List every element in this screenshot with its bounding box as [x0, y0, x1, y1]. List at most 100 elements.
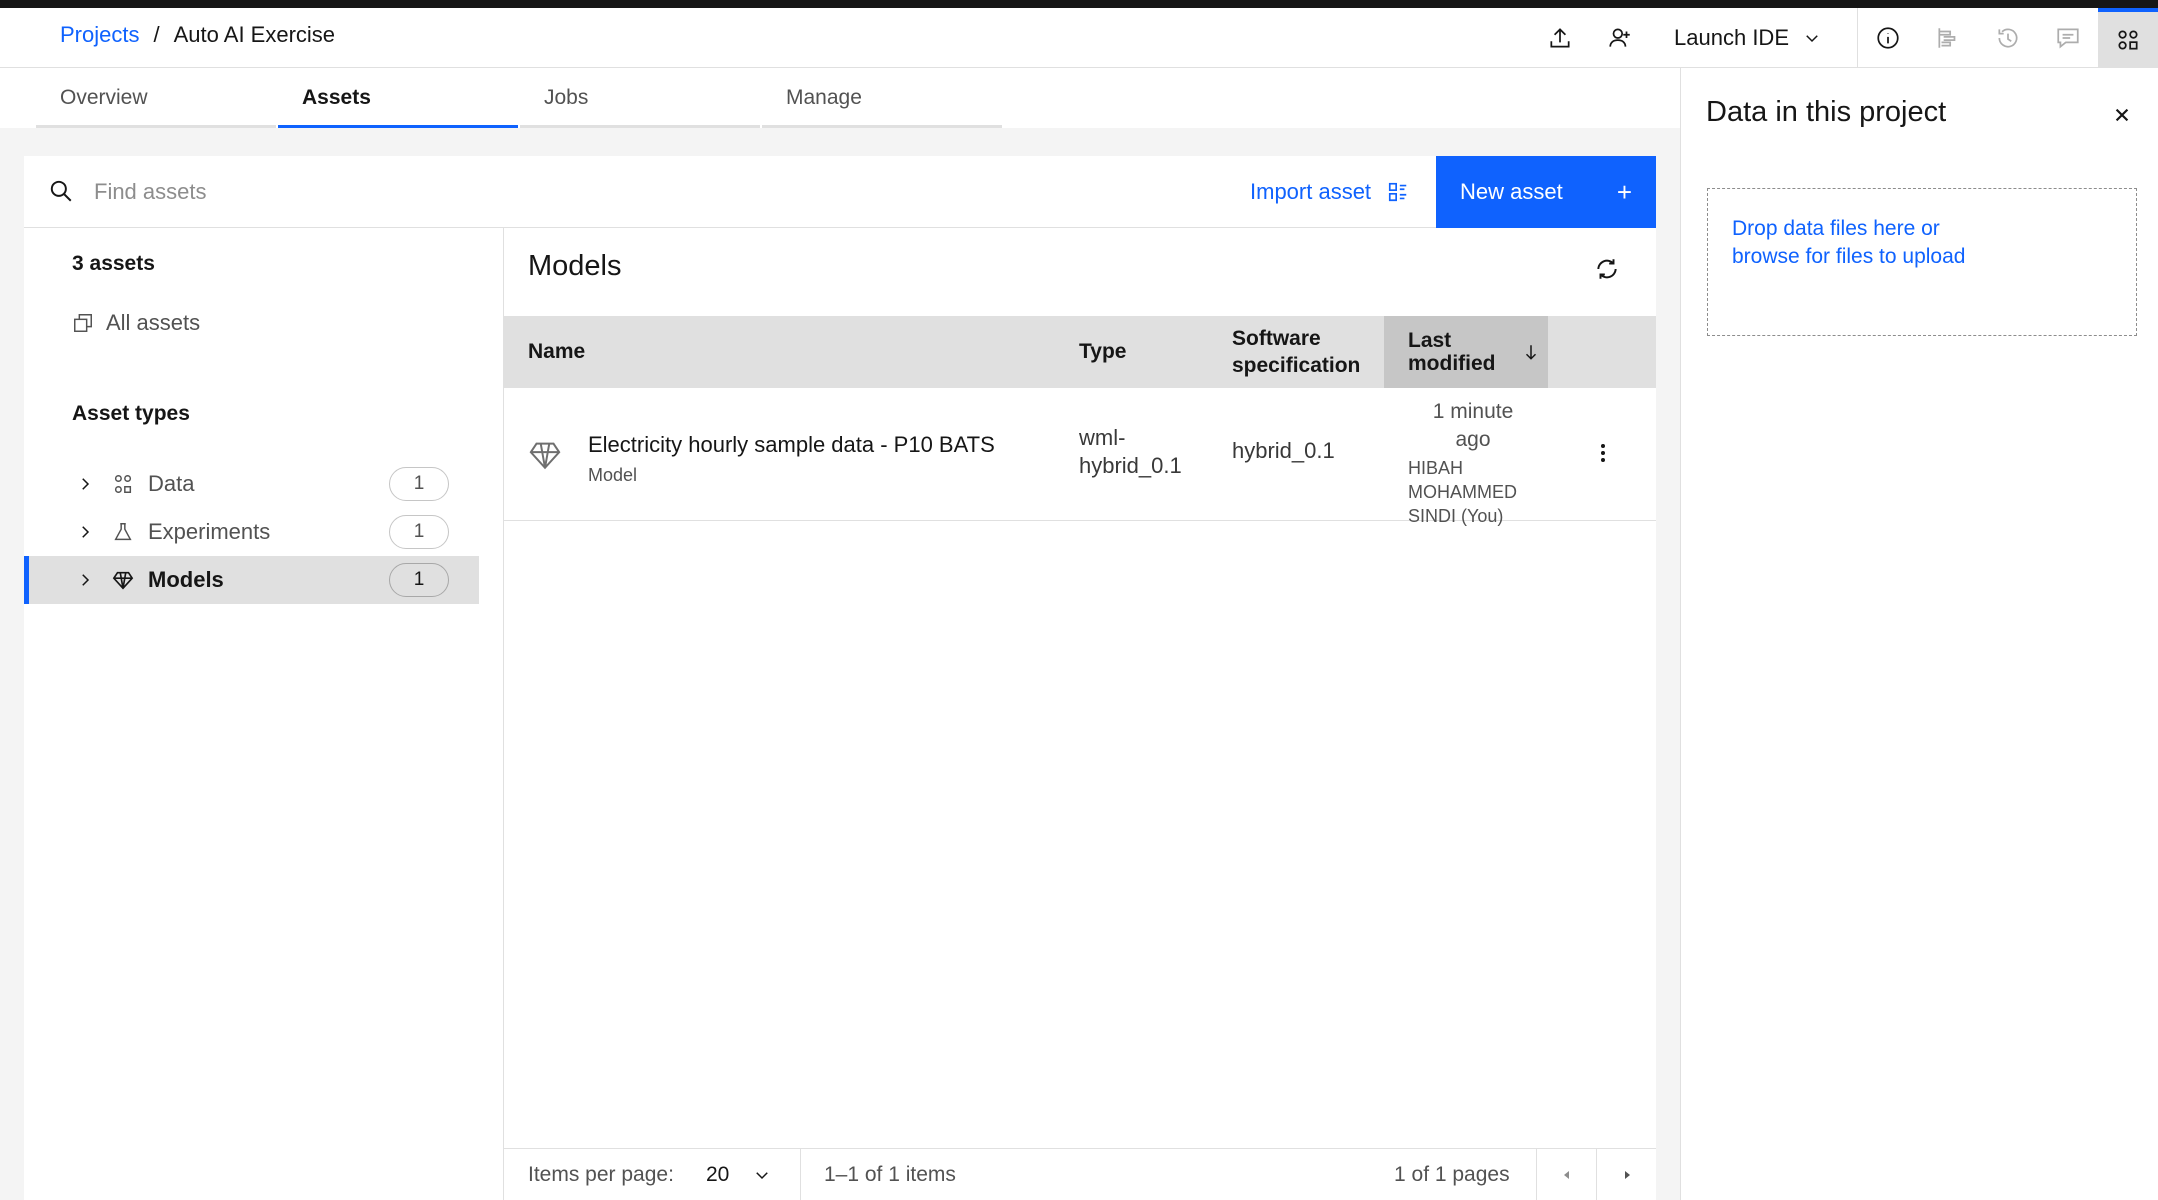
asset-filter-panel: 3 assets All assets Asset types Data 1 E…	[24, 228, 504, 1200]
comments-button[interactable]	[2038, 8, 2098, 68]
model-type-line: wml-	[1079, 425, 1126, 450]
panel-title: Data in this project	[1706, 96, 1947, 128]
asset-type-count: 1	[389, 563, 449, 597]
file-drop-zone[interactable]: Drop data files here or browse for files…	[1707, 188, 2137, 336]
project-header: Projects / Auto AI Exercise Launch IDE	[0, 8, 2158, 68]
asset-type-label: Experiments	[148, 519, 271, 544]
models-list: Models Name Type Software specification …	[504, 228, 1656, 1200]
pagination: Items per page: 20 1–1 of 1 items 1 of 1…	[504, 1148, 1656, 1200]
gantt-icon	[1938, 28, 1956, 48]
top-strip	[0, 0, 2158, 8]
browse-files-link[interactable]: browse for files to upload	[1732, 243, 2112, 271]
model-icon	[529, 442, 561, 470]
overflow-menu-button[interactable]	[1588, 438, 1618, 468]
header-actions: Launch IDE	[1530, 8, 2158, 68]
drop-text: Drop data files here or	[1732, 217, 1940, 240]
upload-icon	[1550, 28, 1570, 48]
breadcrumb: Projects / Auto AI Exercise	[60, 22, 335, 48]
asset-type-experiments[interactable]: Experiments 1	[24, 508, 479, 556]
model-type: wml- hybrid_0.1	[1079, 424, 1199, 480]
asset-type-count: 1	[389, 515, 449, 549]
items-per-page-label: Items per page:	[528, 1163, 674, 1186]
column-last-modified[interactable]: Last modified	[1384, 316, 1548, 388]
all-assets-link[interactable]: All assets	[72, 310, 200, 336]
previous-page-button[interactable]	[1536, 1149, 1596, 1200]
chevron-right-icon[interactable]	[76, 571, 96, 589]
time-line: 1 minute	[1432, 400, 1514, 423]
breadcrumb-current: Auto AI Exercise	[173, 22, 336, 47]
column-label-group: Last modified	[1408, 329, 1496, 375]
close-icon[interactable]	[2109, 102, 2135, 128]
asset-types-heading: Asset types	[72, 402, 190, 425]
table-header: Name Type Software specification Last mo…	[504, 316, 1656, 388]
column-type[interactable]: Type	[1079, 316, 1126, 388]
items-per-page-select[interactable]: 20	[706, 1163, 771, 1187]
new-asset-button[interactable]: New asset +	[1436, 156, 1656, 228]
chevron-down-icon	[1806, 35, 1818, 43]
tab-jobs[interactable]: Jobs	[520, 68, 760, 128]
table-row[interactable]: Electricity hourly sample data - P10 BAT…	[504, 388, 1656, 526]
tab-assets[interactable]: Assets	[278, 68, 518, 128]
import-asset-label: Import asset	[1250, 179, 1372, 204]
asset-type-data[interactable]: Data 1	[24, 460, 479, 508]
user-line: HIBAH	[1408, 458, 1464, 478]
flask-icon	[112, 521, 136, 543]
asset-type-models[interactable]: Models 1	[24, 556, 479, 604]
history-button[interactable]	[1978, 8, 2038, 68]
model-name-link[interactable]: Electricity hourly sample data - P10 BAT…	[588, 432, 995, 458]
column-label: Software	[1232, 327, 1321, 350]
pager-divider	[800, 1149, 801, 1200]
modified-by: HIBAH MOHAMMED SINDI (You)	[1408, 456, 1538, 528]
search-input[interactable]	[94, 174, 794, 210]
items-per-page-value: 20	[706, 1163, 730, 1186]
model-type-line: hybrid_0.1	[1079, 453, 1182, 478]
data-panel-icon	[2118, 30, 2138, 50]
user-line: SINDI (You)	[1408, 506, 1504, 526]
copy-icon	[74, 314, 92, 332]
search-icon	[50, 180, 72, 202]
refresh-icon[interactable]	[1594, 256, 1620, 282]
data-panel-button[interactable]	[2098, 8, 2158, 68]
breadcrumb-projects-link[interactable]: Projects	[60, 22, 139, 48]
tab-overview[interactable]: Overview	[36, 68, 276, 128]
comment-icon	[2057, 28, 2079, 49]
user-line: MOHAMMED	[1408, 482, 1517, 502]
chevron-down-icon	[756, 1172, 769, 1180]
asset-count: 3 assets	[72, 252, 155, 275]
asset-toolbar: Import asset New asset +	[24, 156, 1656, 228]
import-icon	[1388, 182, 1407, 202]
tab-manage[interactable]: Manage	[762, 68, 1002, 128]
chevron-right-icon[interactable]	[76, 523, 96, 541]
plus-icon: +	[1616, 176, 1632, 207]
asset-type-count: 1	[389, 467, 449, 501]
jobs-panel-button[interactable]	[1918, 8, 1978, 68]
project-main: Overview Assets Jobs Manage Import asset…	[0, 68, 1680, 1200]
data-icon	[112, 473, 136, 495]
arrow-down-icon	[1525, 345, 1536, 360]
chevron-right-icon[interactable]	[76, 475, 96, 493]
launch-ide-label: Launch IDE	[1674, 25, 1789, 50]
column-software-spec[interactable]: Software specification	[1232, 316, 1360, 388]
column-label: modified	[1408, 352, 1496, 375]
time-line: ago	[1455, 428, 1491, 451]
section-title: Models	[528, 250, 622, 282]
history-icon	[1998, 28, 2018, 48]
info-button[interactable]	[1858, 8, 1918, 68]
add-collaborator-button[interactable]	[1590, 8, 1650, 68]
next-page-button[interactable]	[1596, 1149, 1656, 1200]
column-label: specification	[1232, 354, 1361, 377]
last-modified-time: 1 minute ago	[1408, 398, 1538, 454]
import-asset-button[interactable]: Import asset	[1250, 156, 1409, 228]
caret-left-icon	[1563, 1171, 1569, 1179]
column-label: Last	[1408, 329, 1452, 352]
column-name[interactable]: Name	[528, 316, 585, 388]
breadcrumb-separator: /	[153, 22, 160, 47]
page-count: 1 of 1 pages	[1394, 1163, 1510, 1186]
software-spec: hybrid_0.1	[1232, 438, 1335, 463]
launch-ide-menu[interactable]: Launch IDE	[1650, 8, 1858, 68]
info-icon	[1877, 27, 1899, 49]
overflow-menu-icon	[1601, 444, 1605, 462]
upload-button[interactable]	[1530, 8, 1590, 68]
new-asset-label: New asset	[1460, 179, 1563, 204]
caret-right-icon	[1624, 1171, 1630, 1179]
